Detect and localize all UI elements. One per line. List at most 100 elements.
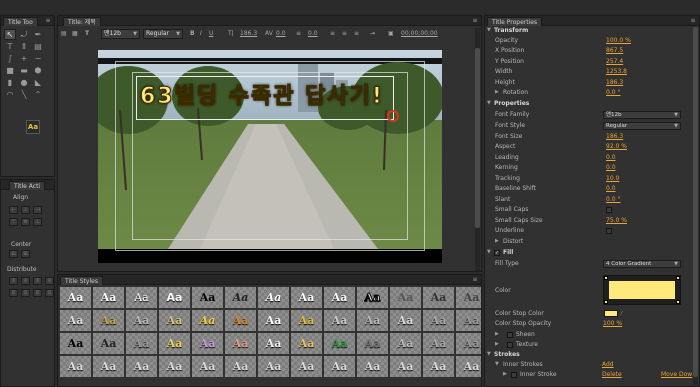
- align-right-text-icon[interactable]: ≡: [354, 29, 359, 39]
- distribute-button-3[interactable]: ⫴: [33, 277, 42, 285]
- style-swatch[interactable]: Aa: [126, 333, 157, 354]
- style-swatch[interactable]: Aa: [93, 310, 124, 331]
- style-swatch[interactable]: Aa: [423, 310, 454, 331]
- add-stroke-link[interactable]: Add: [602, 360, 614, 369]
- title-canvas[interactable]: 63빌딩 수족관 답사기!: [98, 50, 442, 263]
- style-swatch[interactable]: Aa: [324, 356, 355, 377]
- fill-checkbox[interactable]: ✓: [494, 250, 500, 256]
- style-swatch[interactable]: Aa: [324, 310, 355, 331]
- fill-type-dropdown[interactable]: 4 Color Gradient ▼: [603, 260, 681, 268]
- style-swatch[interactable]: Aa: [93, 333, 124, 354]
- style-swatch[interactable]: Aa: [93, 287, 124, 308]
- tab-title-editor[interactable]: Title: 제목: [63, 17, 101, 26]
- style-swatch[interactable]: Aa: [456, 287, 481, 308]
- style-swatch[interactable]: Aa: [60, 333, 91, 354]
- style-swatch[interactable]: Aa: [258, 333, 289, 354]
- style-swatch[interactable]: Aa: [225, 356, 256, 377]
- font-family-dropdown[interactable]: 맨12b ▼: [101, 29, 140, 39]
- distribute-button-7[interactable]: ⫼: [33, 289, 42, 297]
- clipped-corner-tool-icon[interactable]: ⬢: [32, 65, 44, 76]
- leading-value[interactable]: 0.0: [606, 153, 616, 162]
- style-swatch[interactable]: Aa: [291, 356, 322, 377]
- align-left-text-icon[interactable]: ≡: [330, 29, 335, 39]
- panel-menu-icon[interactable]: ≡: [471, 276, 479, 283]
- gradient-stop-bottom-right[interactable]: [676, 300, 680, 304]
- font-family-dropdown[interactable]: 맨12b ▼: [603, 111, 681, 119]
- small-caps-checkbox[interactable]: [606, 207, 612, 213]
- style-swatch[interactable]: Aa: [423, 356, 454, 377]
- style-swatch[interactable]: Aa: [159, 287, 190, 308]
- tab-title-tools[interactable]: Title Too: [3, 17, 38, 26]
- style-swatch[interactable]: Aa: [324, 287, 355, 308]
- opacity-value[interactable]: 100.0 %: [606, 36, 631, 45]
- style-swatch[interactable]: Aa: [456, 333, 481, 354]
- distribute-button-8[interactable]: ⫼: [45, 289, 54, 297]
- expand-inner-stroke-icon[interactable]: ▶: [503, 370, 507, 379]
- path-type-tool-icon[interactable]: ∫: [4, 53, 16, 64]
- template-icon[interactable]: ▦: [72, 29, 78, 39]
- align-center-text-icon[interactable]: ≡: [342, 29, 347, 39]
- style-swatch[interactable]: Aa: [423, 333, 454, 354]
- roll-crawl-icon[interactable]: ▤: [61, 29, 67, 39]
- style-swatch[interactable]: Aa: [291, 287, 322, 308]
- underline-checkbox[interactable]: [606, 228, 612, 234]
- eyedropper-icon[interactable]: ⁄: [621, 309, 622, 318]
- expand-strokes-icon[interactable]: ▼: [487, 350, 491, 359]
- gradient-stop-top-left[interactable]: [604, 276, 608, 280]
- style-swatch[interactable]: Aa: [192, 287, 223, 308]
- selection-tool-icon[interactable]: ↖: [4, 29, 16, 40]
- expand-texture-icon[interactable]: ▶: [495, 340, 499, 349]
- style-swatch[interactable]: Aa: [126, 287, 157, 308]
- style-swatch[interactable]: Aa: [60, 287, 91, 308]
- inner-stroke-checkbox[interactable]: [511, 372, 517, 378]
- properties-scroll-thumb[interactable]: [693, 27, 698, 377]
- gradient-color-swatch[interactable]: [603, 275, 681, 305]
- line-tool-icon[interactable]: ╲: [18, 89, 30, 100]
- font-icon[interactable]: T: [85, 29, 89, 39]
- style-swatch[interactable]: Aa: [390, 356, 421, 377]
- color-stop-opacity-value[interactable]: 100 %: [603, 319, 622, 328]
- kerning-value[interactable]: 0.0: [606, 163, 616, 172]
- add-anchor-tool-icon[interactable]: +: [18, 53, 30, 64]
- properties-scrollbar[interactable]: [693, 27, 698, 385]
- kerning-value[interactable]: 0.0: [276, 29, 286, 39]
- style-swatch[interactable]: Aa: [357, 310, 388, 331]
- gradient-stop-top-right[interactable]: [676, 276, 680, 280]
- distribute-button-1[interactable]: ⫴: [9, 277, 18, 285]
- align-bottom-button[interactable]: ⊥: [33, 218, 42, 226]
- editor-scrollbar[interactable]: [475, 28, 480, 271]
- expand-inner-strokes-icon[interactable]: ▼: [495, 360, 499, 369]
- style-swatch[interactable]: Aa: [357, 287, 388, 308]
- baseline-shift-value[interactable]: 0.0: [606, 184, 616, 193]
- align-left-button[interactable]: ⊢: [9, 206, 18, 214]
- delete-stroke-link[interactable]: Delete: [602, 370, 622, 379]
- panel-menu-icon[interactable]: ≡: [689, 17, 697, 24]
- rotation-tool-icon[interactable]: ⤾: [18, 29, 30, 40]
- style-swatch[interactable]: Aa: [60, 356, 91, 377]
- convert-anchor-tool-icon[interactable]: ⌃: [32, 89, 44, 100]
- style-swatch[interactable]: Aa: [357, 333, 388, 354]
- ellipse-tool-icon[interactable]: ●: [18, 77, 30, 88]
- expand-properties-icon[interactable]: ▼: [487, 99, 491, 108]
- style-swatch[interactable]: Aa: [390, 287, 421, 308]
- tracking-value[interactable]: 10.0: [606, 174, 619, 183]
- move-down-link[interactable]: Move Dow: [661, 370, 692, 379]
- leading-value[interactable]: 0.0: [308, 29, 318, 39]
- style-swatch[interactable]: Aa: [126, 356, 157, 377]
- style-swatch[interactable]: Aa: [192, 356, 223, 377]
- rectangle-tool-icon[interactable]: ■: [4, 65, 16, 76]
- gradient-stop-bottom-left[interactable]: [604, 300, 608, 304]
- style-swatch[interactable]: Aa: [390, 333, 421, 354]
- x-position-value[interactable]: 867.5: [606, 46, 623, 55]
- width-value[interactable]: 1253.8: [606, 67, 627, 76]
- type-tool-icon[interactable]: T: [4, 41, 16, 52]
- style-swatch[interactable]: Aa: [192, 333, 223, 354]
- editor-scroll-thumb[interactable]: [475, 48, 480, 228]
- style-swatch[interactable]: Aa: [258, 356, 289, 377]
- expand-distort-icon[interactable]: ▶: [495, 237, 499, 246]
- font-size-value[interactable]: 186.3: [240, 29, 257, 39]
- distribute-button-4[interactable]: ⫴: [45, 277, 54, 285]
- slant-value[interactable]: 0.0 °: [606, 195, 620, 204]
- expand-transform-icon[interactable]: ▼: [487, 26, 491, 35]
- show-video-icon[interactable]: ▣: [388, 29, 394, 39]
